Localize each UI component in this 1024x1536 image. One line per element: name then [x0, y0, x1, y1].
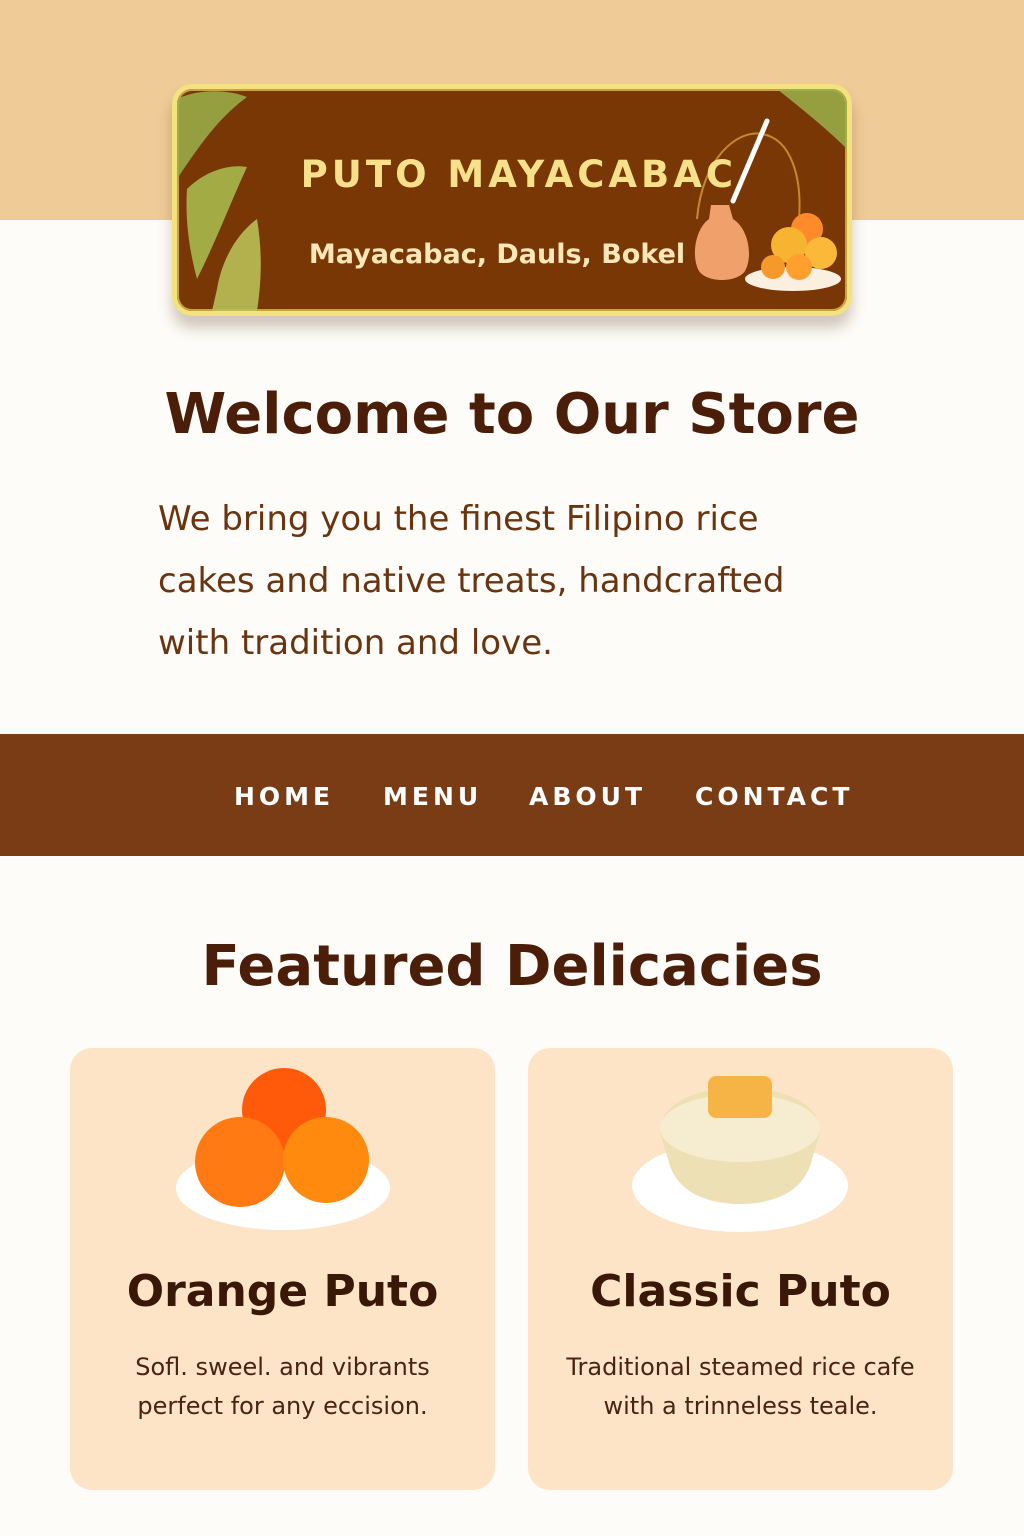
- product-card-orange-puto[interactable]: Orange Puto Sofl. sweel. and vibrants pe…: [70, 1048, 495, 1490]
- classic-puto-icon: [632, 1076, 848, 1232]
- orange-puto-icon: [176, 1068, 390, 1230]
- main-navigation: [0, 734, 1024, 856]
- nav-home-link[interactable]: HOME: [234, 782, 334, 811]
- product-card-classic-puto[interactable]: Classic Puto Traditional steamed rice ca…: [528, 1048, 953, 1490]
- product-description: Traditional steamed rice cafe with a tri…: [566, 1353, 915, 1420]
- featured-section-title: Featured Delicacies: [201, 934, 823, 999]
- store-logo[interactable]: PUTO MAYACABAC Mayacabac, Dauls, Bokel: [172, 84, 852, 316]
- nav-about-link[interactable]: ABOUT: [529, 782, 646, 811]
- product-name: Orange Puto: [126, 1266, 439, 1317]
- page-title: Welcome to Our Store: [164, 382, 860, 447]
- product-name: Classic Puto: [590, 1266, 891, 1317]
- logo-decoration: [177, 89, 847, 311]
- nav-contact-link[interactable]: CONTACT: [695, 782, 853, 811]
- nav-menu-link[interactable]: MENU: [383, 782, 482, 811]
- brand-name: PUTO MAYACABAC: [300, 153, 737, 196]
- intro-text: We bring you the finest Filipino rice ca…: [158, 499, 785, 663]
- product-description: Sofl. sweel. and vibrants perfect for an…: [135, 1353, 430, 1420]
- brand-location: Mayacabac, Dauls, Bokel: [308, 239, 686, 270]
